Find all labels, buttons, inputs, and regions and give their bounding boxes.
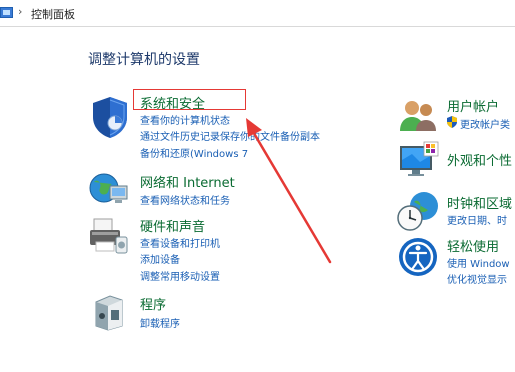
annotation-arrow — [246, 118, 332, 264]
